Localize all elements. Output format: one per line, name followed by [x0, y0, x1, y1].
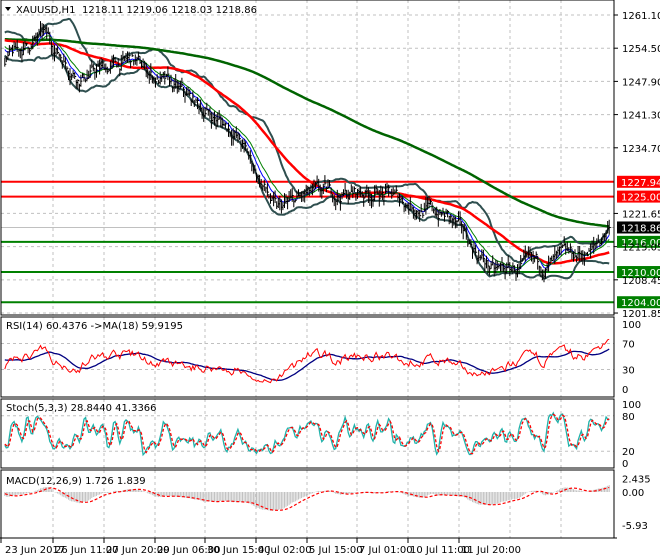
price-bar	[353, 186, 356, 193]
price-tick-label: 1241.30	[622, 111, 660, 122]
indicator-tick-label: 80	[622, 412, 635, 423]
price-bar	[131, 53, 134, 57]
stoch-label: Stoch(5,3,3) 28.8440 41.3366	[6, 403, 157, 414]
axis-labels: 1227.941225.001216.001210.001204.001218.…	[5, 11, 660, 556]
indicator-tick-label: -5.93	[622, 521, 648, 532]
price-tick-label: 1201.85	[622, 309, 660, 320]
price-tick-label: 1215.05	[622, 243, 660, 254]
indicator-tick-label: 2.435	[622, 474, 651, 485]
price-bar	[560, 242, 563, 256]
time-tick-label: 11 Jul 20:00	[461, 545, 521, 556]
price-bar	[206, 102, 209, 111]
indicator-tick-label: 0	[622, 385, 628, 396]
rsi-label: RSI(14) 60.4376 ->MA(18) 59.9195	[6, 321, 183, 332]
indicator-tick-label: 30	[622, 366, 635, 377]
price-bar	[597, 234, 600, 243]
indicator-tick-label: 0	[622, 459, 628, 470]
grid	[1, 0, 614, 538]
price-bar	[608, 219, 611, 235]
level-value: 1225.00	[621, 193, 660, 204]
axes	[0, 14, 618, 543]
time-tick-label: 4 Jul 02:00	[258, 545, 312, 556]
ohlc-label: 1218.11 1219.06 1218.03 1218.86	[82, 5, 257, 16]
time-tick-label: 7 Jul 01:00	[359, 545, 413, 556]
symbol-label: XAUUSD,H1	[16, 5, 75, 16]
level-value: 1227.94	[621, 178, 660, 189]
price-bar	[164, 71, 167, 85]
price-tick-label: 1254.50	[622, 44, 660, 55]
price-tick-label: 1208.45	[622, 276, 660, 287]
chart-header: XAUUSD,H1 1218.11 1219.06 1218.03 1218.8…	[5, 5, 257, 16]
indicator-tick-label: 20	[622, 447, 635, 458]
price-tick-label: 1247.90	[622, 77, 660, 88]
price-bars	[4, 21, 611, 283]
macd-label: MACD(12,26,9) 1.726 1.839	[6, 476, 146, 487]
price-tick-label: 1221.65	[622, 209, 660, 220]
level-value: 1204.00	[621, 298, 660, 309]
indicator-overlays	[3, 17, 611, 280]
price-tick-label: 1261.10	[622, 11, 660, 22]
indicator-tick-label: 100	[622, 400, 641, 411]
indicator-tick-label: 100	[622, 320, 641, 331]
indicator-tick-label: 0.00	[622, 488, 644, 499]
bollinger-lower-band	[3, 53, 610, 280]
trading-chart[interactable]: 1227.941225.001216.001210.001204.001218.…	[0, 0, 660, 560]
dropdown-triangle-icon[interactable]	[5, 7, 11, 11]
indicator-tick-label: 70	[622, 340, 635, 351]
current-price-value: 1218.86	[621, 223, 660, 234]
time-tick-label: 5 Jul 15:00	[309, 545, 363, 556]
price-tick-label: 1234.70	[622, 144, 660, 155]
